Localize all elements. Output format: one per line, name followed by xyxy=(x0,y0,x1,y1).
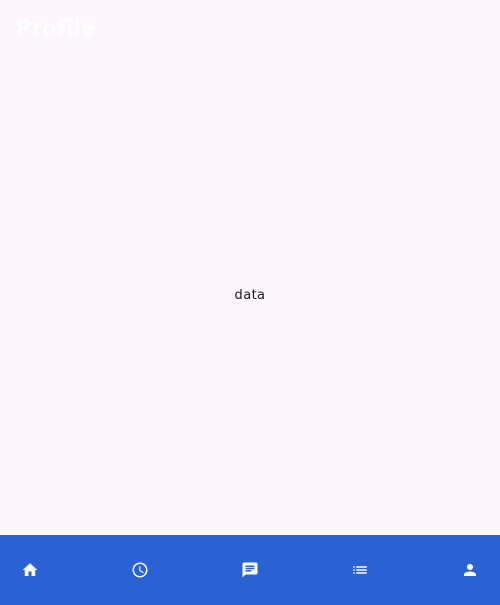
app-screen: Profile data xyxy=(0,0,500,605)
nav-item-list[interactable] xyxy=(330,535,390,605)
bottom-navigation-bar xyxy=(0,535,500,605)
content-area: data xyxy=(0,56,500,535)
nav-item-messages[interactable] xyxy=(220,535,280,605)
nav-item-history[interactable] xyxy=(110,535,170,605)
page-title: Profile xyxy=(16,16,96,40)
content-text: data xyxy=(234,288,266,303)
person-icon xyxy=(464,564,476,576)
app-bar: Profile xyxy=(0,0,500,56)
chat-icon xyxy=(242,562,258,578)
list-icon xyxy=(353,566,367,574)
nav-item-home[interactable] xyxy=(0,535,60,605)
home-icon xyxy=(22,563,38,576)
clock-icon xyxy=(132,562,148,578)
nav-item-profile[interactable] xyxy=(440,535,500,605)
